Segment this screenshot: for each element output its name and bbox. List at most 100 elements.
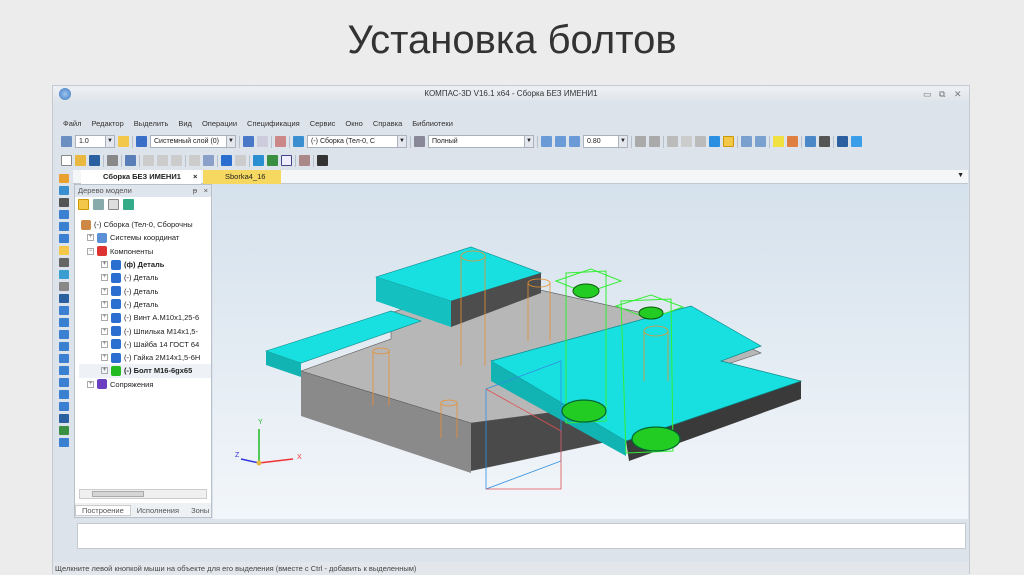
step-icon[interactable] [61,136,72,147]
attributes-icon[interactable] [299,155,310,166]
assembly-model[interactable] [213,184,968,519]
library-tool-icon[interactable] [59,414,69,423]
3d-viewport[interactable]: Y X Z [213,184,968,519]
weld-icon[interactable] [59,342,69,351]
tables-icon[interactable] [59,390,69,399]
tab-construction[interactable]: Построение [75,504,131,516]
tree-item-part[interactable]: + (ф) Деталь [79,258,211,271]
manager-icon[interactable] [253,155,264,166]
menu-help[interactable]: Справка [373,119,402,128]
menu-edit[interactable]: Редактор [91,119,123,128]
analysis-icon[interactable] [59,438,69,447]
tab-versions[interactable]: Исполнения [131,506,185,515]
tree-item-screw[interactable]: + (-) Винт А.М10х1,25-6 [79,311,211,324]
layer-combo[interactable]: Системный слой (0) ▼ [150,135,236,148]
menu-operations[interactable]: Операции [202,119,237,128]
expand-icon[interactable]: + [101,287,108,295]
tree-rebuild-icon[interactable] [123,199,134,210]
measure-tool-icon[interactable] [59,294,69,303]
tree-item-mates[interactable]: + Сопряжения [79,378,211,391]
fasteners-icon[interactable] [59,426,69,435]
tree-item-coordinate-systems[interactable]: + Системы координат [79,231,211,244]
expand-icon[interactable]: + [101,300,108,308]
zoom-in-icon[interactable] [569,136,580,147]
tree-view-icon[interactable] [93,199,104,210]
thin-lines-icon[interactable] [695,136,706,147]
spec-icon[interactable] [59,282,69,291]
select-icon[interactable] [755,136,766,147]
layers-tool-icon[interactable] [59,330,69,339]
tree-item-part[interactable]: + (-) Деталь [79,284,211,297]
box-icon[interactable] [773,136,784,147]
local-cs-icon[interactable] [257,136,268,147]
tree-item-assembly[interactable]: (-) Сборка (Тел-0, Сборочны [79,218,211,231]
zoom-window-icon[interactable] [541,136,552,147]
dots-icon[interactable] [59,222,69,231]
open-icon[interactable] [75,155,86,166]
expand-icon[interactable]: + [101,314,108,322]
mates-icon[interactable] [59,246,69,255]
pin-icon[interactable]: ᵽ [193,185,197,197]
tabs-dropdown-icon[interactable]: ▼ [957,172,964,179]
paste-icon[interactable] [171,155,182,166]
curves-icon[interactable] [59,258,69,267]
snap-icon[interactable] [118,136,129,147]
preview-icon[interactable] [125,155,136,166]
tree-hscrollbar[interactable] [79,489,207,499]
surfaces-icon[interactable] [59,270,69,279]
expand-icon[interactable]: + [101,354,108,362]
dimensions-icon[interactable] [59,306,69,315]
tab-sborka4[interactable]: Sborka4_16 [203,170,281,184]
assembly-tool-icon[interactable] [59,174,69,183]
menu-file[interactable]: Файл [63,119,81,128]
copy-icon[interactable] [157,155,168,166]
menu-window[interactable]: Окно [345,119,362,128]
expand-icon[interactable]: + [101,340,108,348]
variables-icon[interactable] [281,155,292,166]
print-icon[interactable] [107,155,118,166]
minimize-icon[interactable]: ▭ [923,89,932,100]
zoom-combo[interactable]: 0.80 ▼ [583,135,628,148]
object-combo[interactable]: (-) Сборка (Тел-0, С ▼ [307,135,407,148]
expand-icon[interactable]: + [101,367,108,375]
arrays-icon[interactable] [59,210,69,219]
rotate-icon[interactable] [635,136,646,147]
control-icon[interactable] [59,402,69,411]
expand-icon[interactable]: + [87,380,94,388]
redo-icon[interactable] [235,155,246,166]
pipes-icon[interactable] [59,354,69,363]
tree-item-bolt[interactable]: + (-) Болт М16-6gх65 [79,364,211,378]
marks-icon[interactable] [59,378,69,387]
expand-icon[interactable]: + [87,234,94,242]
expand-icon[interactable]: + [101,274,108,282]
restore-icon[interactable]: ⧉ [939,89,945,100]
menu-libraries[interactable]: Библиотеки [412,119,453,128]
view-mode-combo[interactable]: Полный ▼ [428,135,534,148]
sheet-icon[interactable] [59,318,69,327]
cables-icon[interactable] [59,366,69,375]
coordinate-icon[interactable] [243,136,254,147]
tree-item-nut[interactable]: + (-) Гайка 2М14х1,5-6Н [79,351,211,364]
tree-item-washer[interactable]: + (-) Шайба 14 ГОСТ 64 [79,338,211,351]
tree-item-part[interactable]: + (-) Деталь [79,298,211,311]
solid-icon[interactable] [851,136,862,147]
wireframe-icon[interactable] [667,136,678,147]
scroll-thumb[interactable] [92,491,144,497]
tree-item-components[interactable]: − Компоненты [79,245,211,258]
render-icon[interactable] [837,136,848,147]
tree-page-icon[interactable] [108,199,119,210]
table-icon[interactable] [203,155,214,166]
undo-icon[interactable] [221,155,232,166]
shaded-edges-icon[interactable] [723,136,734,147]
tab-assembly[interactable]: Сборка БЕЗ ИМЕНИ1 × [81,170,201,184]
format-icon[interactable] [189,155,200,166]
tree-item-part[interactable]: + (-) Деталь [79,271,211,284]
edit-parts-icon[interactable] [59,186,69,195]
orientation-icon[interactable] [649,136,660,147]
layers-icon[interactable] [136,136,147,147]
spring-icon[interactable] [59,198,69,207]
tab-close-icon[interactable]: × [193,172,197,181]
view-mode-icon[interactable] [414,136,425,147]
cut-icon[interactable] [143,155,154,166]
collapse-icon[interactable]: − [87,247,94,255]
